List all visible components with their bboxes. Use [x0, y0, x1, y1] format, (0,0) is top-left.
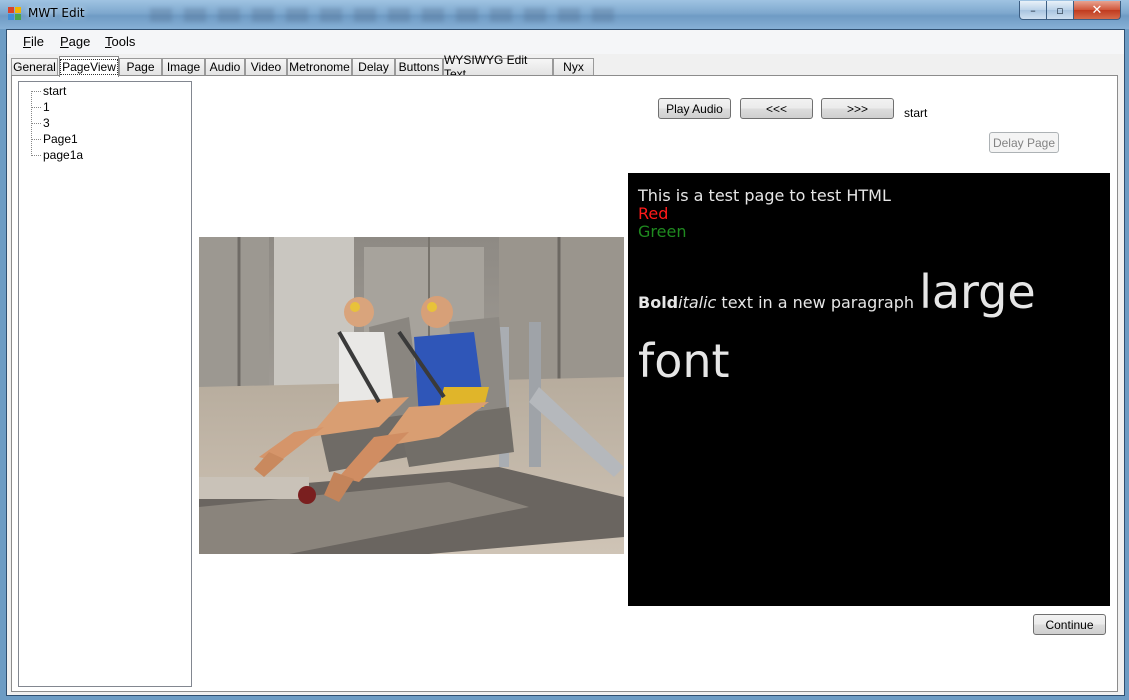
tab-delay[interactable]: Delay [352, 58, 395, 75]
minimize-icon: – [1030, 3, 1036, 17]
tab-image[interactable]: Image [162, 58, 205, 75]
html-italic-text: italic [678, 293, 717, 312]
html-preview-panel: This is a test page to test HTML Red Gre… [628, 173, 1110, 606]
tab-general[interactable]: General [11, 58, 58, 75]
blurred-background-menu [150, 8, 620, 22]
window-client-area: File Page Tools General PageView Page Im… [6, 29, 1125, 696]
pageview-tab-page: start 1 3 Page1 page1a Play Audio <<< >>… [11, 75, 1118, 692]
close-icon: ✕ [1091, 2, 1103, 18]
minimize-button[interactable]: – [1019, 1, 1047, 20]
html-line-1: This is a test page to test HTML [638, 186, 891, 205]
maximize-icon: ▫ [1056, 3, 1064, 17]
html-red-text: Red [638, 204, 669, 223]
menu-page[interactable]: Page [60, 34, 90, 49]
menu-file[interactable]: File [23, 34, 44, 49]
menu-tools[interactable]: Tools [105, 34, 135, 49]
tab-buttons[interactable]: Buttons [395, 58, 443, 75]
tree-node-page1[interactable]: Page1 [31, 131, 78, 147]
tab-video[interactable]: Video [245, 58, 287, 75]
tree-node-page1a[interactable]: page1a [31, 147, 83, 163]
play-audio-button[interactable]: Play Audio [658, 98, 731, 119]
app-icon [8, 7, 22, 21]
tab-audio[interactable]: Audio [205, 58, 245, 75]
html-green-text: Green [638, 222, 687, 241]
tree-node-start[interactable]: start [31, 83, 66, 99]
html-paragraph: Bolditalic text in a new paragraph large… [638, 263, 1100, 401]
close-button[interactable]: ✕ [1073, 1, 1121, 20]
delay-page-button[interactable]: Delay Page [989, 132, 1059, 153]
next-page-button[interactable]: >>> [821, 98, 894, 119]
page-tree[interactable]: start 1 3 Page1 page1a [18, 81, 192, 687]
tree-node-3[interactable]: 3 [31, 115, 50, 131]
html-large-text: large font [638, 265, 1036, 388]
tab-wysiwyg-edit-text[interactable]: WYSIWYG Edit Text [443, 53, 553, 81]
tab-page[interactable]: Page [119, 58, 162, 75]
maximize-button[interactable]: ▫ [1046, 1, 1074, 20]
continue-button[interactable]: Continue [1033, 614, 1106, 635]
tab-nyx[interactable]: Nyx [553, 58, 594, 75]
previous-page-button[interactable]: <<< [740, 98, 813, 119]
tab-pageview[interactable]: PageView [59, 56, 119, 77]
tab-metronome[interactable]: Metronome [287, 58, 352, 75]
menu-bar: File Page Tools [7, 30, 1124, 54]
window-title: MWT Edit [28, 6, 85, 20]
crash-test-dummies-photo [199, 237, 624, 554]
html-normal-text: text in a new paragraph [716, 293, 920, 312]
html-bold-text: Bold [638, 293, 679, 312]
tree-node-1[interactable]: 1 [31, 99, 50, 115]
title-bar[interactable]: MWT Edit – ▫ ✕ [0, 0, 1129, 29]
current-page-label: start [904, 106, 928, 120]
